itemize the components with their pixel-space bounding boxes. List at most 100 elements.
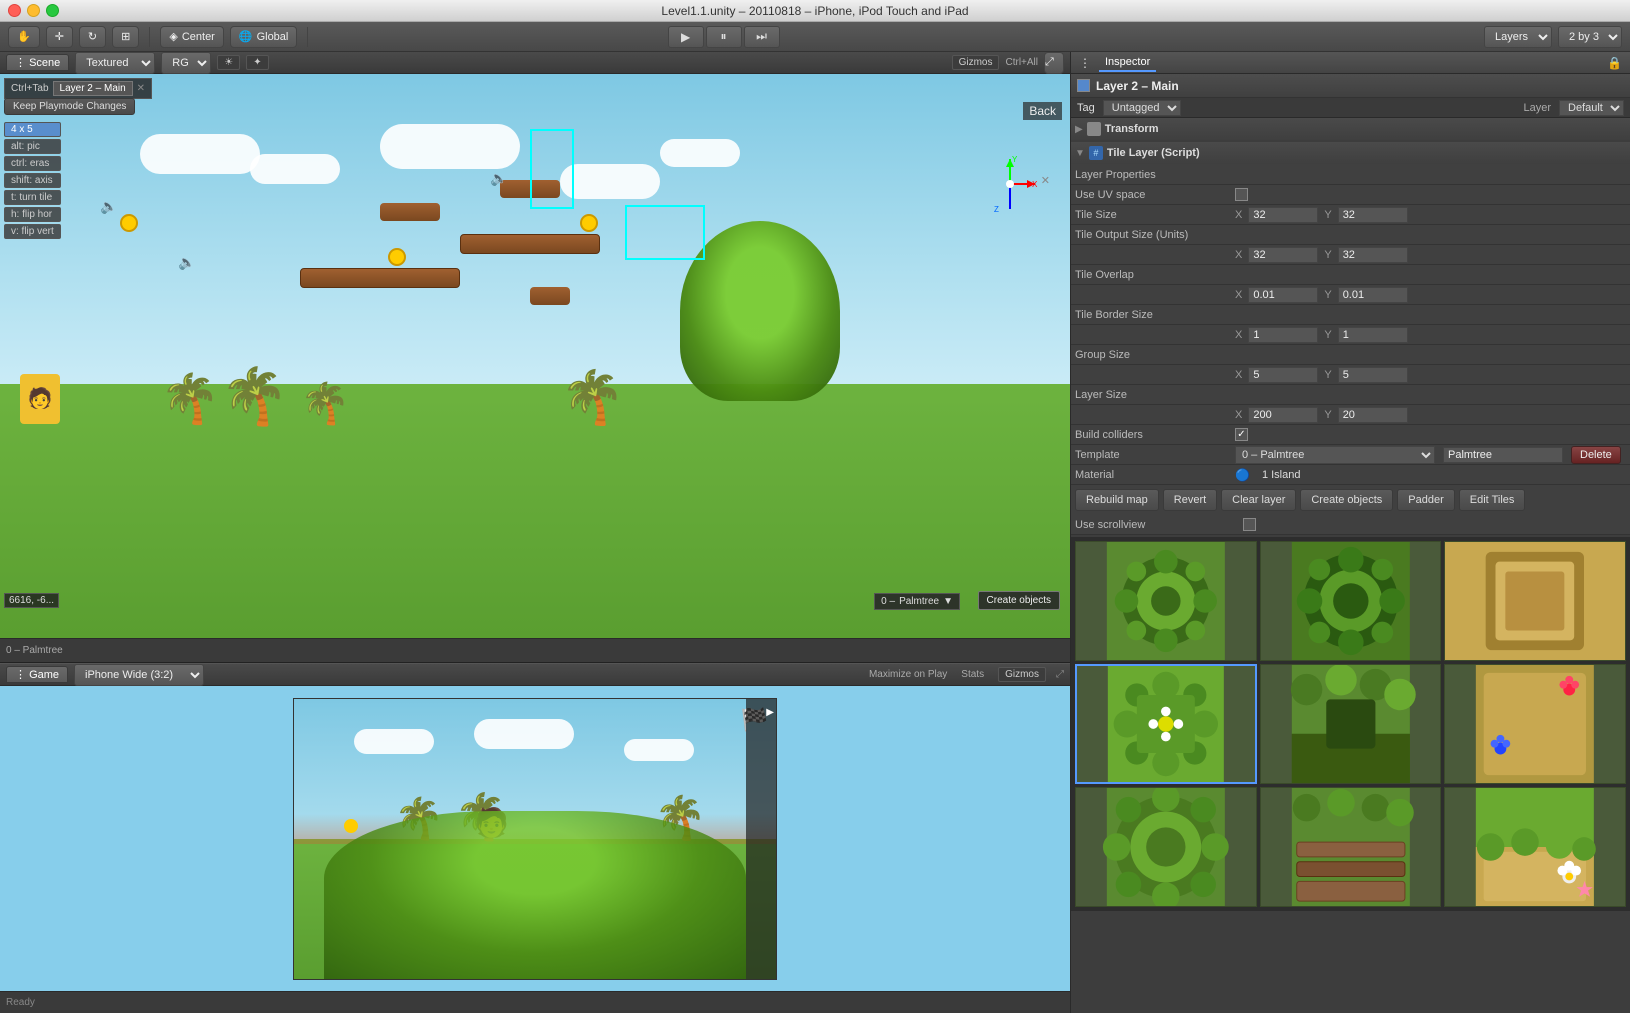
tile-output-x-label: X bbox=[1235, 249, 1242, 261]
game-maximize[interactable]: ⤢ bbox=[1056, 669, 1064, 680]
clear-layer-button[interactable]: Clear layer bbox=[1221, 489, 1296, 511]
tile-overlap-y-input[interactable]: 0.01 bbox=[1338, 287, 1408, 303]
use-scrollview-row: Use scrollview bbox=[1071, 515, 1630, 535]
step-button[interactable]: ⏭ bbox=[744, 26, 780, 48]
stats-button[interactable]: Stats bbox=[961, 669, 984, 680]
game-status: Ready bbox=[6, 997, 35, 1008]
palette-tile-5[interactable] bbox=[1260, 664, 1442, 784]
gizmos-button[interactable]: Gizmos bbox=[952, 55, 1000, 70]
platform-2 bbox=[460, 234, 600, 254]
close-button[interactable] bbox=[8, 4, 21, 17]
global-local-button[interactable]: 🌐 Global bbox=[230, 26, 298, 48]
tile-output-x-input[interactable]: 32 bbox=[1248, 247, 1318, 263]
alt-pick-tool[interactable]: alt: pic bbox=[4, 139, 61, 154]
scene-mode-dropdown[interactable]: Textured bbox=[75, 52, 155, 74]
selection-box-1 bbox=[530, 129, 574, 209]
scene-lighting-button[interactable]: ☀ bbox=[217, 55, 240, 70]
revert-button[interactable]: Revert bbox=[1163, 489, 1217, 511]
palette-tile-6[interactable] bbox=[1444, 664, 1626, 784]
tile-overlap-x-input[interactable]: 0.01 bbox=[1248, 287, 1318, 303]
rotate-tool-button[interactable]: ↻ bbox=[79, 26, 106, 48]
palmtree-dropdown[interactable]: 0 – Palmtree ▼ bbox=[874, 593, 960, 610]
tile-size-x-input[interactable]: 32 bbox=[1248, 207, 1318, 223]
padder-button[interactable]: Padder bbox=[1397, 489, 1454, 511]
flip-hor-tool[interactable]: h: flip hor bbox=[4, 207, 61, 222]
layout-dropdown[interactable]: 2 by 3 bbox=[1558, 26, 1622, 48]
layer-size-y-input[interactable]: 20 bbox=[1338, 407, 1408, 423]
flip-vert-tool[interactable]: v: flip vert bbox=[4, 224, 61, 239]
scene-fx-button[interactable]: ✦ bbox=[246, 55, 268, 70]
traffic-lights[interactable] bbox=[8, 4, 59, 17]
hand-tool-button[interactable]: ✋ bbox=[8, 26, 40, 48]
rgb-dropdown[interactable]: RGB bbox=[161, 52, 211, 74]
tile-layer-header[interactable]: ▼ # Tile Layer (Script) bbox=[1071, 142, 1630, 164]
tile-output-y-input[interactable]: 32 bbox=[1338, 247, 1408, 263]
turn-tile-tool[interactable]: t: turn tile bbox=[4, 190, 61, 205]
create-objects-button[interactable]: Create objects bbox=[978, 591, 1060, 610]
keep-playmode-button[interactable]: Keep Playmode Changes bbox=[4, 98, 135, 115]
palette-tile-3[interactable] bbox=[1444, 541, 1626, 661]
maximize-on-play[interactable]: Maximize on Play bbox=[869, 669, 947, 680]
tile-output-xy: X 32 Y 32 bbox=[1235, 247, 1408, 263]
inspector-lock-icon[interactable]: 🔒 bbox=[1607, 56, 1622, 70]
layers-dropdown[interactable]: Layers bbox=[1484, 26, 1552, 48]
game-tab[interactable]: ⋮ Game bbox=[6, 666, 68, 683]
maximize-button[interactable] bbox=[46, 4, 59, 17]
rebuild-map-button[interactable]: Rebuild map bbox=[1075, 489, 1159, 511]
separator-1 bbox=[149, 27, 150, 47]
ctrl-erase-tool[interactable]: ctrl: eras bbox=[4, 156, 61, 171]
palette-grid bbox=[1075, 541, 1626, 907]
platform-1 bbox=[300, 268, 460, 288]
pause-button[interactable]: ⏸ bbox=[706, 26, 742, 48]
transform-header[interactable]: ▶ Transform bbox=[1071, 118, 1630, 140]
use-scrollview-checkbox[interactable] bbox=[1243, 518, 1256, 531]
game-canvas[interactable]: 🌴 🌴 🌴 🧑 🏁 ▶ bbox=[0, 686, 1070, 991]
tile-size-y-input[interactable]: 32 bbox=[1338, 207, 1408, 223]
game-resolution-dropdown[interactable]: iPhone Wide (3:2) bbox=[74, 664, 204, 686]
inspector-tab[interactable]: Inspector bbox=[1099, 54, 1156, 72]
minimize-button[interactable] bbox=[27, 4, 40, 17]
scene-tab[interactable]: ⋮ Scene bbox=[6, 54, 69, 71]
scene-view: ⋮ Scene Textured RGB ☀ ✦ Gizmos Ctrl+All… bbox=[0, 52, 1070, 663]
tile-svg-9 bbox=[1445, 788, 1625, 906]
close-gizmo-button[interactable]: ✕ bbox=[1041, 174, 1050, 187]
scene-maximize-button[interactable]: ⤢ bbox=[1044, 52, 1064, 74]
palette-tile-1[interactable] bbox=[1075, 541, 1257, 661]
group-size-x-input[interactable]: 5 bbox=[1248, 367, 1318, 383]
palette-tile-7[interactable] bbox=[1075, 787, 1257, 907]
ctrl-tab-close[interactable]: ✕ bbox=[137, 83, 145, 94]
scene-canvas[interactable]: 🧑 bbox=[0, 74, 1070, 638]
tag-dropdown[interactable]: Untagged bbox=[1103, 100, 1181, 116]
palette-tile-2[interactable] bbox=[1260, 541, 1442, 661]
group-size-y-input[interactable]: 5 bbox=[1338, 367, 1408, 383]
play-button[interactable]: ▶ bbox=[668, 26, 704, 48]
shift-axis-tool[interactable]: shift: axis bbox=[4, 173, 61, 188]
move-tool-button[interactable]: ✛ bbox=[46, 26, 73, 48]
tile-overlap-value: X 0.01 Y 0.01 bbox=[1235, 287, 1626, 303]
tile-border-y-input[interactable]: 1 bbox=[1338, 327, 1408, 343]
back-label[interactable]: Back bbox=[1023, 102, 1062, 120]
template-dropdown[interactable]: 0 – Palmtree bbox=[1235, 446, 1435, 464]
delete-template-button[interactable]: Delete bbox=[1571, 446, 1621, 464]
template-name-input[interactable] bbox=[1443, 447, 1563, 463]
center-pivot-button[interactable]: ◈ Center bbox=[160, 26, 224, 48]
scale-tool-button[interactable]: ⊞ bbox=[112, 26, 139, 48]
tile-border-x-input[interactable]: 1 bbox=[1248, 327, 1318, 343]
use-uv-checkbox[interactable] bbox=[1235, 188, 1248, 201]
palette-tile-9[interactable] bbox=[1444, 787, 1626, 907]
dropdown-value: Palmtree bbox=[899, 596, 939, 607]
ctrl-tab-layer-name[interactable]: Layer 2 – Main bbox=[53, 81, 133, 96]
script-icon: # bbox=[1089, 146, 1103, 160]
material-label: Material bbox=[1075, 469, 1235, 481]
object-enabled-checkbox[interactable] bbox=[1077, 79, 1090, 92]
palette-tile-8[interactable] bbox=[1260, 787, 1442, 907]
ctrl-all-label: Ctrl+All bbox=[1005, 57, 1038, 68]
build-colliders-checkbox[interactable] bbox=[1235, 428, 1248, 441]
game-gizmos-button[interactable]: Gizmos bbox=[998, 667, 1046, 682]
create-objects-button[interactable]: Create objects bbox=[1300, 489, 1393, 511]
layer-size-x-input[interactable]: 200 bbox=[1248, 407, 1318, 423]
edit-tiles-button[interactable]: Edit Tiles bbox=[1459, 489, 1526, 511]
palette-tile-4[interactable] bbox=[1075, 664, 1257, 784]
size-tool[interactable]: 4 x 5 bbox=[4, 122, 61, 137]
layer-dropdown[interactable]: Default bbox=[1559, 100, 1624, 116]
